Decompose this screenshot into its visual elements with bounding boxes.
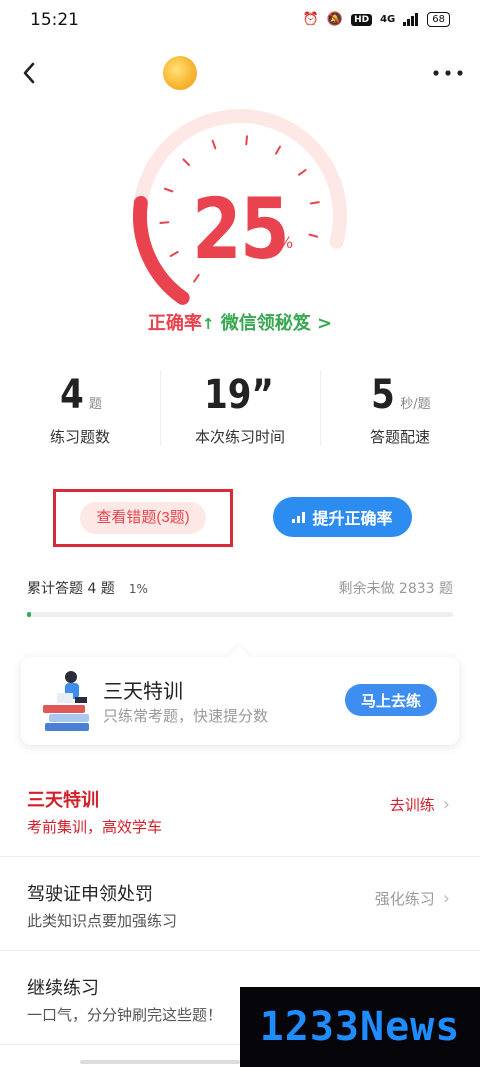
list-item-action-label: 强化练习: [374, 890, 435, 908]
bar-chart-icon: [292, 512, 306, 523]
back-icon[interactable]: [16, 58, 46, 88]
list-item-title: 继续练习: [27, 978, 99, 999]
stat-unit: 题: [88, 397, 102, 412]
stat-label: 答题配速: [369, 428, 430, 446]
list-item-subtitle: 考前集训，高效学车: [27, 818, 163, 836]
stat-practice-time: 19” 本次练习时间: [160, 366, 320, 454]
progress-block: 累计答题 4 题 1% 剩余未做 2833 题: [27, 578, 453, 617]
wechat-tips-link[interactable]: 微信领秘笈 >: [221, 313, 332, 334]
network-icon: 4G: [380, 14, 396, 25]
nav-bar: [0, 50, 480, 98]
status-time: 15:21: [30, 10, 79, 30]
list-item-action[interactable]: 强化练习 ›: [375, 888, 450, 909]
progress-track: [27, 612, 453, 617]
list-item-action[interactable]: 去训练 ›: [390, 794, 450, 815]
accuracy-label: 正确率: [147, 313, 202, 334]
stats-row: 4题 练习题数 19” 本次练习时间 5 秒/题 答题配速: [0, 366, 480, 454]
watermark-text: 1233News: [259, 1004, 461, 1050]
chevron-right-icon: >: [317, 313, 333, 334]
view-wrong-questions-button[interactable]: 查看错题(3题): [80, 502, 206, 534]
gauge-tick: [275, 145, 281, 155]
training-card[interactable]: 三天特训 只练常考题，快速提分数 马上去练: [21, 657, 459, 745]
stat-value: 19”: [203, 372, 274, 418]
training-card-subtitle: 只练常考题，快速提分数: [103, 707, 269, 725]
list-item-license-penalty[interactable]: 驾驶证申领处罚 此类知识点要加强练习 强化练习 ›: [0, 858, 480, 951]
avatar[interactable]: [163, 56, 197, 90]
start-training-button[interactable]: 马上去练: [345, 684, 437, 716]
stat-label: 本次练习时间: [194, 428, 285, 446]
gauge-tick: [297, 169, 307, 176]
stat-label: 练习题数: [49, 428, 110, 446]
training-card-title: 三天特训: [103, 679, 183, 703]
gauge-unit: %: [278, 233, 294, 252]
signal-icon: [403, 13, 419, 26]
list-item-title: 三天特训: [27, 790, 99, 811]
up-arrow-icon: ↑: [201, 315, 215, 333]
progress-percent: 1%: [128, 582, 148, 596]
action-buttons: 查看错题(3题) 提升正确率: [0, 488, 480, 548]
accuracy-gauge: 25: [120, 108, 360, 308]
progress-summary: 累计答题 4 题: [27, 581, 115, 597]
accuracy-row: 正确率↑ 微信领秘笈 >: [0, 309, 480, 335]
list-item-subtitle: 一口气，分分钟刷完这些题！: [27, 1006, 223, 1024]
list-item-title: 驾驶证申领处罚: [27, 884, 153, 905]
stat-value: 5: [371, 372, 396, 418]
more-icon[interactable]: [428, 58, 468, 88]
highlight-frame: 查看错题(3题): [53, 489, 233, 547]
battery-icon: 68: [427, 12, 450, 27]
remaining-count: 剩余未做 2833 题: [338, 581, 453, 597]
reading-books-icon: [43, 671, 89, 731]
status-bar: 15:21 ⏰ 🔕 HD 4G 68: [0, 0, 480, 44]
status-icons: ⏰ 🔕 HD 4G 68: [303, 12, 450, 27]
stat-question-count: 4题 练习题数: [0, 366, 160, 454]
gauge-tick: [211, 139, 217, 150]
progress-fill: [27, 612, 32, 617]
hd-badge: HD: [351, 13, 373, 26]
boost-accuracy-label: 提升正确率: [312, 511, 393, 528]
boost-accuracy-button[interactable]: 提升正确率: [273, 497, 412, 537]
wechat-tips-label: 微信领秘笈: [220, 313, 311, 334]
watermark-logo: 1233News: [240, 987, 480, 1067]
gauge-value: 25: [192, 180, 290, 278]
gauge-tick: [182, 158, 191, 167]
mute-bell-icon: 🔕: [326, 12, 344, 27]
list-item-subtitle: 此类知识点要加强练习: [27, 912, 178, 930]
stat-value: 4: [60, 372, 84, 418]
stat-answer-pace: 5 秒/题 答题配速: [320, 366, 480, 454]
home-indicator: [80, 1060, 240, 1064]
list-item-three-day-training[interactable]: 三天特训 考前集训，高效学车 去训练 ›: [0, 764, 480, 857]
gauge-tick: [245, 135, 248, 146]
chevron-right-icon: ›: [442, 888, 450, 909]
alarm-icon: ⏰: [302, 12, 319, 27]
chevron-right-icon: ›: [442, 794, 450, 815]
stat-unit: 秒/题: [400, 397, 431, 412]
list-item-action-label: 去训练: [389, 796, 435, 814]
